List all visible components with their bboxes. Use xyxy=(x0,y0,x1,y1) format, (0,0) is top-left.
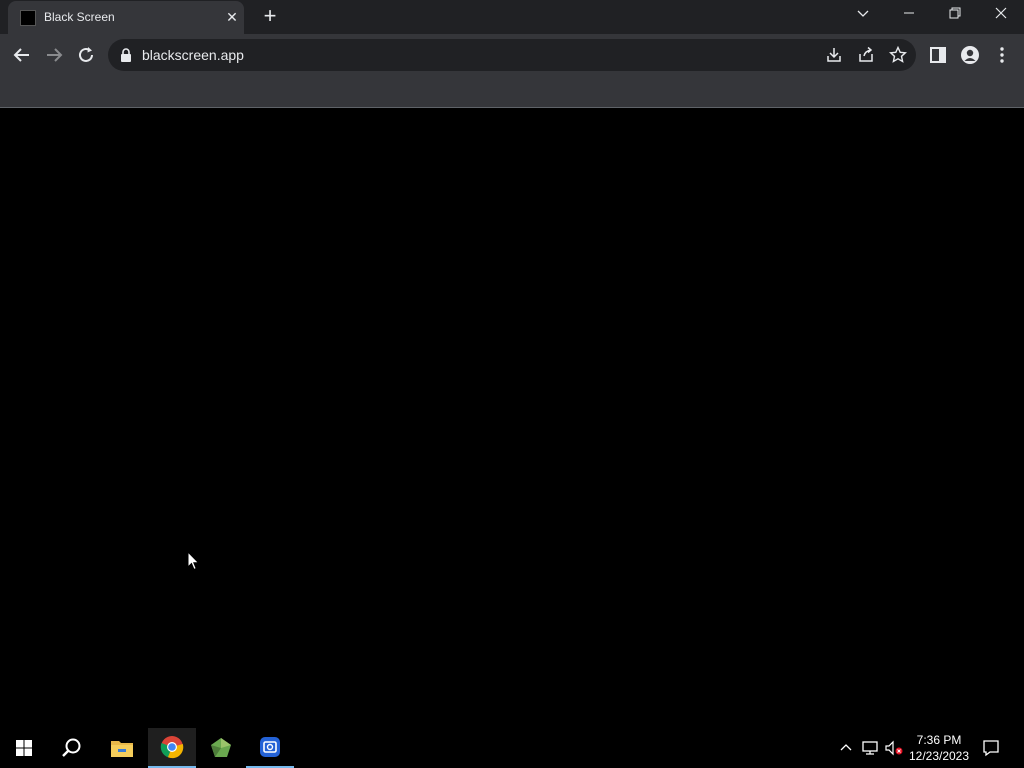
minimize-button[interactable] xyxy=(886,0,932,30)
install-app-icon[interactable] xyxy=(822,43,846,67)
file-explorer-icon[interactable] xyxy=(98,728,146,768)
more-menu-icon[interactable] xyxy=(990,43,1014,67)
clock-date: 12/23/2023 xyxy=(908,749,970,763)
clock-time: 7:36 PM xyxy=(916,733,962,747)
tab-strip: Black Screen ✕ + xyxy=(0,0,1024,34)
taskbar: 7:36 PM 12/23/2023 xyxy=(0,728,1024,768)
show-hidden-icons-chevron-icon[interactable] xyxy=(836,738,856,758)
app-blue-icon[interactable] xyxy=(246,728,294,768)
restore-button[interactable] xyxy=(932,0,978,30)
notifications-icon[interactable] xyxy=(981,738,1001,758)
forward-icon[interactable] xyxy=(42,43,66,67)
profile-icon[interactable] xyxy=(958,43,982,67)
browser-toolbar: blackscreen.app xyxy=(0,34,1024,76)
screen: Black Screen ✕ + blackscreen.app 7:36 PM… xyxy=(0,0,1024,768)
tab-close-icon[interactable]: ✕ xyxy=(224,9,240,25)
network-icon[interactable] xyxy=(860,738,880,758)
bookmark-star-icon[interactable] xyxy=(886,43,910,67)
new-tab-button[interactable]: + xyxy=(258,5,282,29)
reload-icon[interactable] xyxy=(74,43,98,67)
chrome-icon[interactable] xyxy=(148,728,196,768)
lock-icon[interactable] xyxy=(120,48,134,62)
address-bar[interactable]: blackscreen.app xyxy=(108,39,916,71)
share-icon[interactable] xyxy=(854,43,878,67)
tab-title: Black Screen xyxy=(44,10,115,24)
page-content[interactable] xyxy=(0,109,1024,728)
close-window-button[interactable] xyxy=(978,0,1024,30)
side-panel-icon[interactable] xyxy=(926,43,950,67)
search-icon[interactable] xyxy=(48,728,96,768)
tab-favicon-icon xyxy=(20,10,36,26)
url-text: blackscreen.app xyxy=(142,47,244,63)
volume-muted-icon[interactable] xyxy=(884,738,904,758)
mouse-cursor-icon xyxy=(187,550,201,576)
tab-black-screen[interactable]: Black Screen ✕ xyxy=(8,1,244,34)
tab-search-chevron-icon[interactable] xyxy=(840,0,886,30)
clock[interactable]: 7:36 PM 12/23/2023 xyxy=(906,732,972,764)
back-icon[interactable] xyxy=(10,43,34,67)
start-icon[interactable] xyxy=(0,728,48,768)
app-green-icon[interactable] xyxy=(197,728,245,768)
bookmarks-bar xyxy=(0,76,1024,108)
